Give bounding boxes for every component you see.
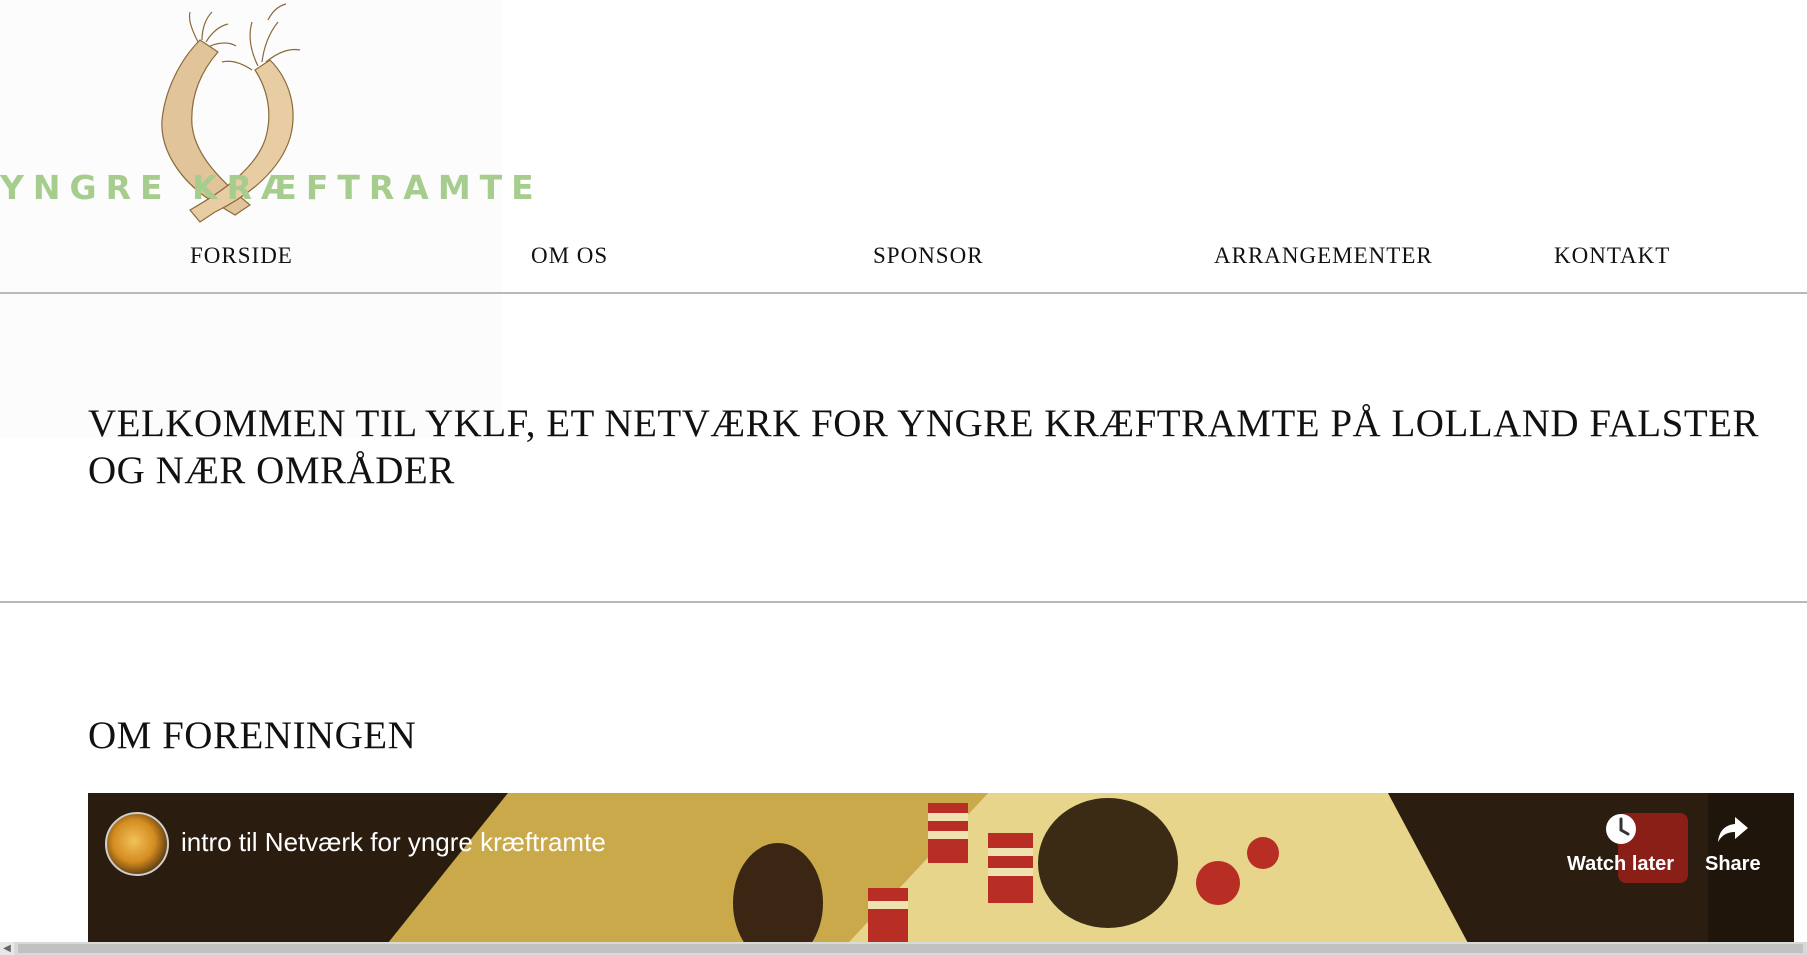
share-button[interactable]: Share [1705,811,1761,876]
channel-avatar[interactable] [105,812,169,876]
nav-item-arrangementer[interactable]: ARRANGEMENTER [1214,243,1433,269]
watch-later-label: Watch later [1567,853,1675,875]
section-title: OM FORENINGEN [88,714,417,757]
nav-item-sponsor[interactable]: SPONSOR [873,243,984,269]
video-embed[interactable]: intro til Netværk for yngre kræftramte W… [88,793,1794,943]
watch-later-button[interactable]: Watch later [1567,811,1674,876]
main-nav: FORSIDE OM OS SPONSOR ARRANGEMENTER KONT… [0,243,1807,293]
nav-item-om-os[interactable]: OM OS [531,243,608,269]
page-headline: VELKOMMEN TIL YKLF, ET NETVÆRK FOR YNGRE… [88,402,1759,492]
video-title[interactable]: intro til Netværk for yngre kræftramte [181,827,606,858]
header-divider [0,292,1807,294]
video-thumbnail [88,793,1794,943]
scroll-left-icon[interactable]: ◀ [0,942,14,955]
section-divider [0,601,1807,603]
horizontal-scrollbar[interactable]: ◀ [0,942,1807,955]
logo-area: YNGRE KRÆFTRAMTE [0,0,534,438]
nav-item-kontakt[interactable]: KONTAKT [1554,243,1670,269]
scrollbar-thumb[interactable] [18,944,1803,953]
nav-item-forside[interactable]: FORSIDE [190,243,293,269]
logo-text: YNGRE KRÆFTRAMTE [0,168,543,207]
clock-icon [1605,814,1636,844]
share-arrow-icon [1717,817,1748,842]
share-label: Share [1705,853,1761,875]
